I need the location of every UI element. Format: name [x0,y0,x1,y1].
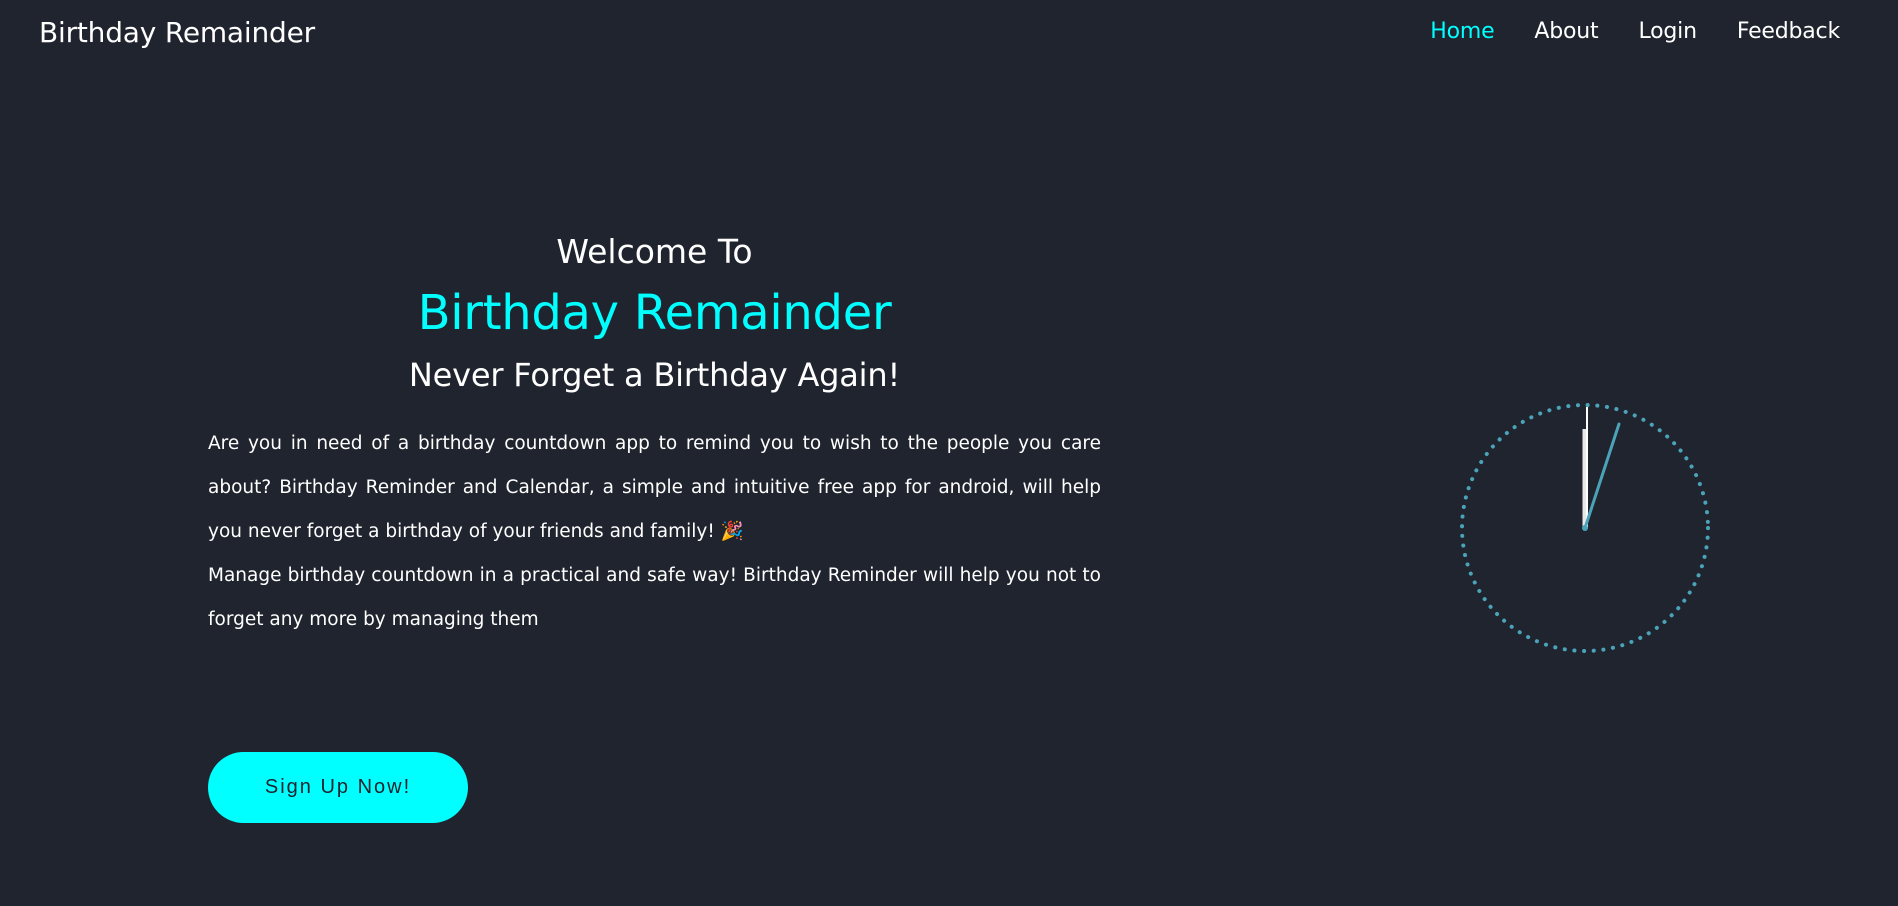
clock-center-dot [1582,525,1588,531]
nav-link-login[interactable]: Login [1638,19,1697,44]
clock-second-hand [1583,422,1621,530]
hero-description: Are you in need of a birthday countdown … [208,422,1101,642]
welcome-heading: Welcome To [556,232,753,271]
tagline-heading: Never Forget a Birthday Again! [408,356,901,394]
nav-link-feedback[interactable]: Feedback [1737,19,1840,44]
brand-logo[interactable]: Birthday Remainder [39,16,315,49]
description-paragraph-1: Are you in need of a birthday countdown … [208,433,1101,542]
nav-links: Home About Login Feedback [1430,19,1840,44]
nav-link-home[interactable]: Home [1430,19,1494,44]
navbar: Birthday Remainder Home About Login Feed… [0,0,1898,68]
nav-link-about[interactable]: About [1534,19,1598,44]
sign-up-button[interactable]: Sign Up Now! [208,752,468,823]
clock-icon [1459,402,1711,654]
hero-section: Welcome To Birthday Remainder Never Forg… [208,228,1101,642]
description-paragraph-2: Manage birthday countdown in a practical… [208,565,1101,630]
app-name-heading: Birthday Remainder [417,285,892,341]
